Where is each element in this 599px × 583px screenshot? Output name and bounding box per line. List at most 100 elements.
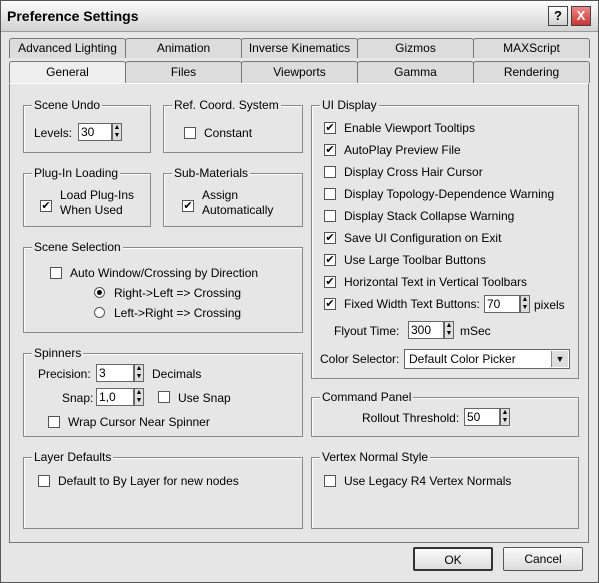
precision-spinner[interactable]: ▲ ▼ <box>134 364 144 382</box>
command-panel-title: Command Panel <box>320 390 414 404</box>
ref-coord-group: Ref. Coord. System Constant <box>163 98 303 153</box>
snap-input[interactable]: 1,0 <box>96 388 134 406</box>
tab-inverse-kinematics[interactable]: Inverse Kinematics <box>241 38 358 58</box>
tab-animation[interactable]: Animation <box>125 38 242 58</box>
fixed-width-input[interactable]: 70 <box>484 295 520 313</box>
ok-button[interactable]: OK <box>413 547 493 571</box>
fixed-width-buttons-label: Fixed Width Text Buttons: <box>344 297 480 311</box>
fixed-width-spinner[interactable]: ▲ ▼ <box>520 295 530 313</box>
msec-label: mSec <box>460 324 491 338</box>
tab-files[interactable]: Files <box>125 61 242 83</box>
ref-coord-title: Ref. Coord. System <box>172 98 281 112</box>
default-by-layer-label: Default to By Layer for new nodes <box>58 474 239 488</box>
tab-row-back: Advanced Lighting Animation Inverse Kine… <box>9 38 590 58</box>
spinners-group: Spinners Precision: 3 ▲ ▼ Decimals Snap: … <box>23 346 303 437</box>
wrap-cursor-checkbox[interactable] <box>48 416 60 428</box>
levels-label: Levels: <box>34 126 73 140</box>
ui-option-label: Save UI Configuration on Exit <box>344 231 502 245</box>
cancel-button[interactable]: Cancel <box>503 547 583 571</box>
constant-label: Constant <box>204 126 253 140</box>
ui-option-checkbox[interactable] <box>324 188 336 200</box>
tab-gizmos[interactable]: Gizmos <box>357 38 474 58</box>
left-right-crossing-radio[interactable] <box>94 307 105 318</box>
snap-label: Snap: <box>62 391 94 405</box>
ui-option-checkbox[interactable] <box>324 166 336 178</box>
ui-option-label: Horizontal Text in Vertical Toolbars <box>344 275 527 289</box>
levels-input[interactable]: 30 <box>78 123 112 141</box>
ui-display-title: UI Display <box>320 98 379 112</box>
preference-settings-window: Preference Settings ? X Advanced Lightin… <box>0 0 599 583</box>
ui-option-checkbox[interactable]: ✔ <box>324 144 336 156</box>
layer-defaults-group: Layer Defaults Default to By Layer for n… <box>23 450 303 529</box>
rollout-threshold-input[interactable]: 50 <box>464 408 500 426</box>
ui-option-label: Use Large Toolbar Buttons <box>344 253 486 267</box>
tab-rendering[interactable]: Rendering <box>473 61 590 83</box>
pixels-label: pixels <box>534 298 565 312</box>
tab-advanced-lighting[interactable]: Advanced Lighting <box>9 38 126 58</box>
assign-label-line2: Automatically <box>202 203 274 217</box>
sub-materials-group: Sub-Materials ✔ Assign Automatically <box>163 166 303 227</box>
scene-selection-title: Scene Selection <box>32 240 123 254</box>
load-plugins-label-line2: When Used <box>60 203 123 217</box>
scene-undo-group: Scene Undo Levels: 30 ▲ ▼ <box>23 98 151 153</box>
assign-label-line1: Assign <box>202 188 239 202</box>
flyout-time-input[interactable]: 300 <box>408 321 444 339</box>
left-right-crossing-label: Left->Right => Crossing <box>114 306 242 320</box>
spinners-title: Spinners <box>32 346 84 360</box>
snap-spinner[interactable]: ▲ ▼ <box>134 388 144 406</box>
ui-option-checkbox[interactable]: ✔ <box>324 276 336 288</box>
load-plugins-label-line1: Load Plug-Ins <box>60 188 135 202</box>
decimals-label: Decimals <box>152 367 202 381</box>
tab-row-front: General Files Viewports Gamma Rendering <box>9 61 590 83</box>
color-selector-value: Default Color Picker <box>409 352 516 366</box>
color-selector-dropdown[interactable]: Default Color Picker ▼ <box>404 349 570 369</box>
help-button[interactable]: ? <box>548 6 568 26</box>
scene-undo-title: Scene Undo <box>32 98 103 112</box>
auto-window-crossing-label: Auto Window/Crossing by Direction <box>70 266 259 280</box>
ui-option-checkbox[interactable] <box>324 210 336 222</box>
auto-window-crossing-checkbox[interactable] <box>50 267 62 279</box>
right-left-crossing-label: Right->Left => Crossing <box>114 286 242 300</box>
use-snap-label: Use Snap <box>178 391 231 405</box>
fixed-width-buttons-checkbox[interactable]: ✔ <box>324 298 336 310</box>
constant-checkbox[interactable] <box>184 127 196 139</box>
chevron-down-icon[interactable]: ▼ <box>551 351 568 367</box>
ui-option-label: Display Cross Hair Cursor <box>344 165 483 179</box>
plugin-loading-group: Plug-In Loading ✔ Load Plug-Ins When Use… <box>23 166 151 227</box>
levels-spinner[interactable]: ▲ ▼ <box>112 123 122 141</box>
command-panel-group: Command Panel Rollout Threshold: 50 ▲ ▼ <box>311 390 579 437</box>
flyout-time-label: Flyout Time: <box>334 324 400 338</box>
flyout-time-spinner[interactable]: ▲ ▼ <box>444 321 454 339</box>
assign-automatically-checkbox[interactable]: ✔ <box>182 200 194 212</box>
plugin-loading-title: Plug-In Loading <box>32 166 121 180</box>
ui-option-checkbox[interactable]: ✔ <box>324 232 336 244</box>
wrap-cursor-label: Wrap Cursor Near Spinner <box>68 415 210 429</box>
ui-option-checkbox[interactable]: ✔ <box>324 254 336 266</box>
close-button[interactable]: X <box>571 6 591 26</box>
legacy-normals-label: Use Legacy R4 Vertex Normals <box>344 474 512 488</box>
color-selector-label: Color Selector: <box>320 352 400 366</box>
scene-selection-group: Scene Selection Auto Window/Crossing by … <box>23 240 303 333</box>
ui-option-label: Display Topology-Dependence Warning <box>344 187 555 201</box>
layer-defaults-title: Layer Defaults <box>32 450 114 464</box>
load-plugins-checkbox[interactable]: ✔ <box>40 200 52 212</box>
vertex-normal-title: Vertex Normal Style <box>320 450 431 464</box>
vertex-normal-group: Vertex Normal Style Use Legacy R4 Vertex… <box>311 450 579 529</box>
rollout-threshold-spinner[interactable]: ▲ ▼ <box>500 408 510 426</box>
sub-materials-title: Sub-Materials <box>172 166 251 180</box>
precision-label: Precision: <box>38 367 91 381</box>
default-by-layer-checkbox[interactable] <box>38 475 50 487</box>
ui-option-label: Enable Viewport Tooltips <box>344 121 475 135</box>
tab-gamma[interactable]: Gamma <box>357 61 474 83</box>
ui-option-label: Display Stack Collapse Warning <box>344 209 515 223</box>
title-bar[interactable]: Preference Settings ? X <box>1 1 598 32</box>
precision-input[interactable]: 3 <box>96 364 134 382</box>
right-left-crossing-radio[interactable] <box>94 287 105 298</box>
ui-option-checkbox[interactable]: ✔ <box>324 122 336 134</box>
tab-maxscript[interactable]: MAXScript <box>473 38 590 58</box>
use-snap-checkbox[interactable] <box>158 391 170 403</box>
window-title: Preference Settings <box>7 8 139 24</box>
tab-general[interactable]: General <box>9 61 126 83</box>
legacy-normals-checkbox[interactable] <box>324 475 336 487</box>
tab-viewports[interactable]: Viewports <box>241 61 358 83</box>
